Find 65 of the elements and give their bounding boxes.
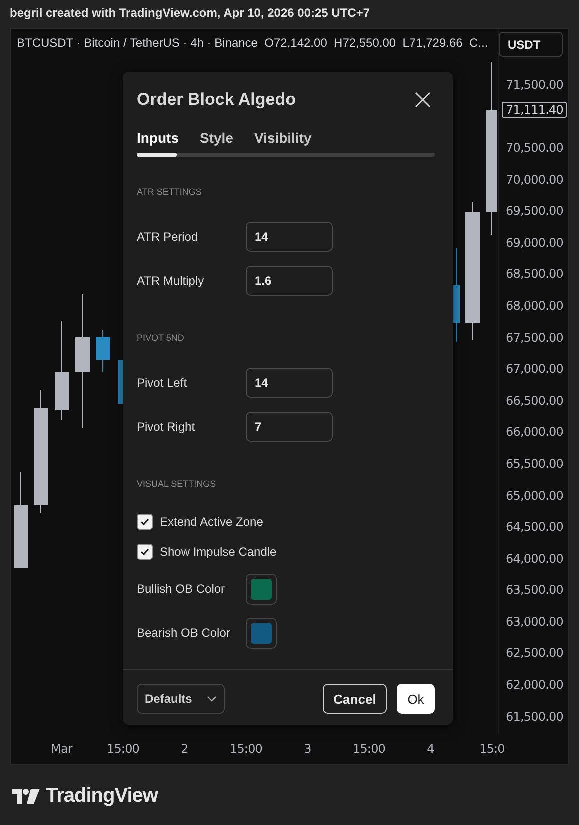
time-label: 15:0 xyxy=(480,742,505,756)
field-label: Pivot Left xyxy=(137,376,188,390)
currency-button[interactable]: USDT xyxy=(499,32,563,57)
cancel-button[interactable]: Cancel xyxy=(323,684,387,714)
field-label: Bearish OB Color xyxy=(137,626,232,640)
tab[interactable]: Inputs xyxy=(137,130,179,146)
price-label: 68,500.00 xyxy=(505,267,564,282)
checkbox[interactable] xyxy=(137,514,153,530)
price-label: 64,000.00 xyxy=(505,552,564,566)
check-icon xyxy=(140,547,150,557)
time-label: Mar xyxy=(51,742,72,756)
section-heading: ATR SETTINGS xyxy=(137,186,203,198)
close-button[interactable] xyxy=(414,91,432,109)
tab[interactable]: Visibility xyxy=(254,130,312,146)
attribution-text: begril created with TradingView.com, Apr 10, 2026 00:25 UTC+7 xyxy=(10,5,372,22)
price-label: 66,000.00 xyxy=(505,425,564,440)
brand-name: TradingView xyxy=(46,785,158,808)
caret-icon xyxy=(207,696,217,702)
price-label: 70,000.00 xyxy=(505,172,564,187)
price-label: 69,500.00 xyxy=(505,204,564,218)
field-label: ATR Multiply xyxy=(137,274,206,288)
price-label: 67,500.00 xyxy=(505,330,564,345)
input-field[interactable]: 14 xyxy=(246,368,333,398)
tab[interactable]: Style xyxy=(200,130,234,146)
symbol-info: BTCUSDT · Bitcoin / TetherUS · 4h · Binance O72,142.00 H72,550.00 L71,729.66 C... xyxy=(17,36,488,50)
color-swatch[interactable] xyxy=(246,618,277,648)
price-label: 69,000.00 xyxy=(505,236,564,250)
logo-icon xyxy=(12,786,40,806)
time-label: 15:00 xyxy=(106,742,140,756)
price-label: 67,000.00 xyxy=(505,362,564,376)
checkbox-label: Show Impulse Candle xyxy=(160,545,277,559)
price-label: 71,500.00 xyxy=(505,78,564,92)
checkbox[interactable] xyxy=(137,544,153,560)
price-label: 61,500.00 xyxy=(505,710,564,724)
time-label: 4 xyxy=(427,742,434,756)
time-label: 15:00 xyxy=(352,742,386,756)
input-field[interactable]: 7 xyxy=(246,412,333,442)
time-label: 3 xyxy=(304,742,312,756)
price-label: 66,500.00 xyxy=(505,394,564,408)
time-label: 2 xyxy=(181,742,188,756)
price-label: 63,500.00 xyxy=(505,583,564,598)
field-label: Pivot Right xyxy=(137,420,196,434)
color-swatch[interactable] xyxy=(246,574,277,604)
candle xyxy=(96,330,110,372)
checkbox-label: Extend Active Zone xyxy=(160,515,264,529)
input-field[interactable]: 1.6 xyxy=(246,266,333,296)
price-label: 65,500.00 xyxy=(505,456,564,471)
check-icon xyxy=(140,517,150,527)
time-label: 15:00 xyxy=(230,742,263,756)
current-price-label: 71,111.40 xyxy=(502,102,568,118)
ok-button[interactable]: Ok xyxy=(397,684,435,714)
dialog-title: Order Block Algedo xyxy=(137,90,296,110)
section-heading: VISUAL SETTINGS xyxy=(137,478,218,490)
price-label: 70,500.00 xyxy=(505,140,564,155)
section-heading: PIVOT 5ND xyxy=(137,332,186,344)
price-label: 68,000.00 xyxy=(505,298,564,313)
defaults-dropdown[interactable]: Defaults xyxy=(137,684,225,714)
input-field[interactable]: 14 xyxy=(246,222,333,252)
field-label: Bullish OB Color xyxy=(137,582,226,596)
price-label: 63,000.00 xyxy=(505,614,564,629)
price-label: 65,000.00 xyxy=(505,488,564,503)
price-label: 62,500.00 xyxy=(505,646,564,660)
field-label: ATR Period xyxy=(137,230,200,244)
price-label: 64,500.00 xyxy=(505,520,564,534)
price-label: 62,000.00 xyxy=(505,678,564,692)
